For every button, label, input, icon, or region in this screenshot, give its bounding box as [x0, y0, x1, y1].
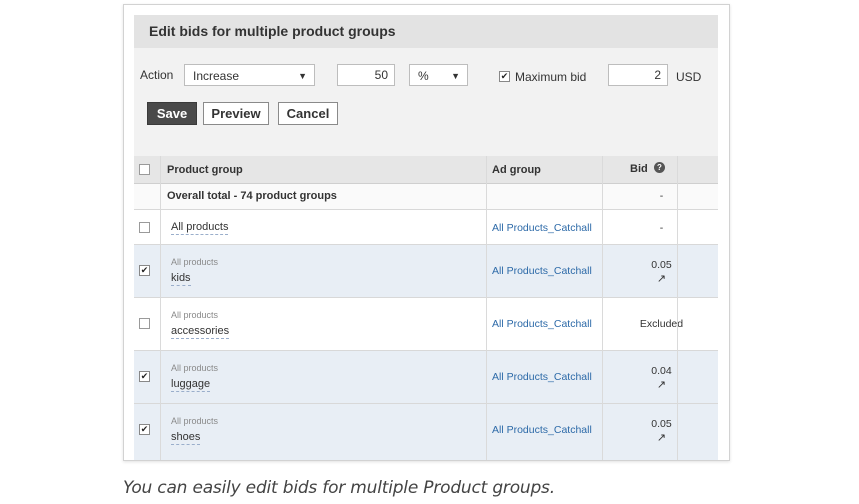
table-row: ✔ All products luggage All Products_Catc…: [134, 351, 718, 403]
total-bid: -: [659, 190, 664, 202]
trend-icon[interactable]: ↗: [603, 378, 718, 391]
total-label: Overall total - 74 product groups: [167, 190, 337, 202]
row-checkbox[interactable]: ✔: [139, 371, 150, 382]
row-checkbox[interactable]: [139, 222, 150, 233]
product-group-name[interactable]: accessories: [171, 325, 230, 339]
header-product-group[interactable]: Product group: [167, 164, 243, 176]
chevron-down-icon: ▼: [451, 71, 460, 81]
parent-group: All products: [171, 363, 219, 373]
unit-select[interactable]: % ▼: [409, 64, 468, 86]
figure-caption: You can easily edit bids for multiple Pr…: [123, 478, 555, 498]
row-checkbox[interactable]: [139, 318, 150, 329]
action-label: Action: [140, 68, 174, 82]
bid-value[interactable]: Excluded: [603, 318, 718, 330]
header-ad-group[interactable]: Ad group: [492, 164, 541, 176]
bid-value[interactable]: 0.04: [603, 365, 718, 377]
product-groups-table: Product group Ad group Bid ? Overall tot…: [134, 156, 718, 460]
bid-value[interactable]: 0.05: [603, 418, 718, 430]
column-divider: [677, 156, 678, 460]
max-bid-checkbox[interactable]: ✔: [499, 71, 510, 82]
ad-group-link[interactable]: All Products_Catchall: [492, 265, 592, 277]
table-row: All products accessories All Products_Ca…: [134, 298, 718, 350]
save-button[interactable]: Save: [147, 102, 197, 125]
table-header: Product group Ad group Bid ?: [134, 156, 718, 184]
column-divider: [486, 156, 487, 460]
cancel-button[interactable]: Cancel: [278, 102, 338, 125]
trend-icon[interactable]: ↗: [603, 272, 718, 285]
bid-value[interactable]: 0.05: [603, 259, 718, 271]
chevron-down-icon: ▼: [298, 71, 307, 81]
amount-input[interactable]: 50: [337, 64, 395, 86]
row-checkbox[interactable]: ✔: [139, 424, 150, 435]
parent-group: All products: [171, 416, 219, 426]
table-row: All products All Products_Catchall -: [134, 210, 718, 244]
table-row: ✔ All products kids All Products_Catchal…: [134, 245, 718, 297]
help-icon[interactable]: ?: [654, 162, 665, 173]
total-row: Overall total - 74 product groups -: [134, 184, 718, 209]
ad-group-link[interactable]: All Products_Catchall: [492, 222, 592, 234]
ad-group-link[interactable]: All Products_Catchall: [492, 371, 592, 383]
max-bid-label: Maximum bid: [515, 70, 587, 84]
select-all-checkbox[interactable]: [139, 164, 150, 175]
action-select-value: Increase: [193, 69, 240, 83]
table-row: ✔ All products shoes All Products_Catcha…: [134, 404, 718, 460]
parent-group: All products: [171, 257, 219, 267]
column-divider: [602, 156, 603, 460]
preview-button[interactable]: Preview: [203, 102, 269, 125]
product-group-name[interactable]: All products: [171, 221, 229, 235]
currency-label: USD: [676, 70, 702, 84]
bid-value[interactable]: -: [603, 222, 718, 234]
action-select[interactable]: Increase ▼: [184, 64, 315, 86]
screenshot-frame: Edit bids for multiple product groups Ac…: [123, 4, 730, 461]
ad-group-link[interactable]: All Products_Catchall: [492, 424, 592, 436]
header-bid[interactable]: Bid: [630, 163, 648, 175]
ad-group-link[interactable]: All Products_Catchall: [492, 318, 592, 330]
column-divider: [160, 156, 161, 460]
product-group-name[interactable]: shoes: [171, 431, 201, 445]
unit-select-value: %: [418, 69, 429, 83]
panel-title: Edit bids for multiple product groups: [134, 15, 718, 48]
row-checkbox[interactable]: ✔: [139, 265, 150, 276]
product-group-name[interactable]: kids: [171, 272, 191, 286]
product-group-name[interactable]: luggage: [171, 378, 211, 392]
edit-bids-panel: Edit bids for multiple product groups Ac…: [134, 15, 718, 460]
max-bid-input[interactable]: 2: [608, 64, 668, 86]
trend-icon[interactable]: ↗: [603, 431, 718, 444]
parent-group: All products: [171, 310, 219, 320]
